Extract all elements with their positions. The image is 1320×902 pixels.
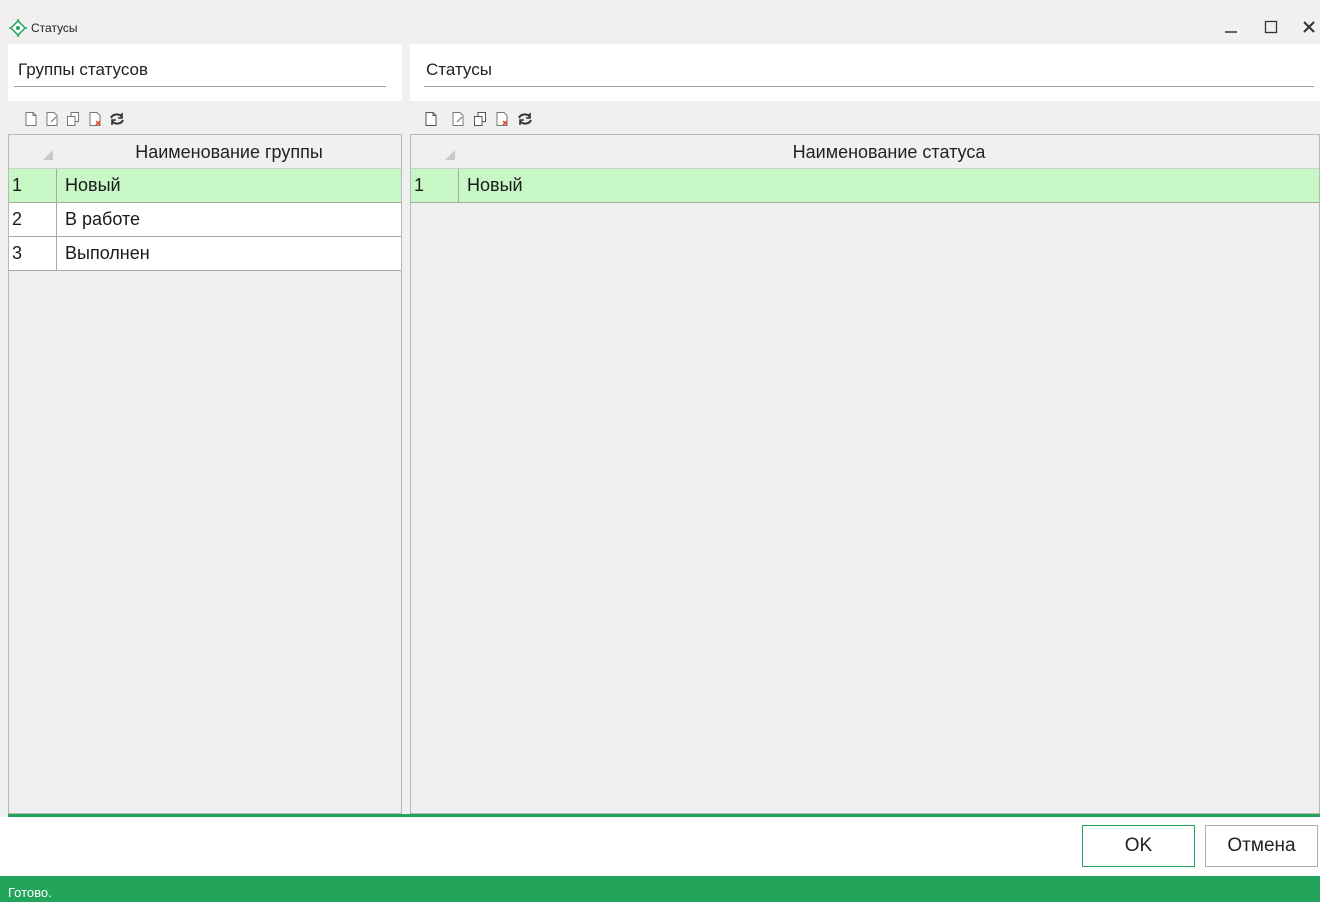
pane-header: Статусы	[410, 44, 1320, 101]
maximize-icon[interactable]	[1258, 14, 1284, 40]
table-row[interactable]: 3 Выполнен	[9, 237, 401, 271]
status-name-cell[interactable]: Новый	[459, 169, 1319, 202]
new-doc-icon[interactable]	[24, 111, 38, 127]
cancel-button[interactable]: Отмена	[1205, 825, 1318, 867]
edit-doc-icon[interactable]	[451, 111, 465, 127]
row-number: 1	[9, 169, 57, 202]
title-bar: Статусы	[0, 8, 1320, 44]
dialog-footer: OK Отмена	[0, 817, 1320, 876]
column-header-group-name[interactable]: Наименование группы	[57, 135, 401, 169]
edit-doc-icon[interactable]	[45, 111, 59, 127]
table-row[interactable]: 2 В работе	[9, 203, 401, 237]
status-groups-pane: Группы статусов Наименование группы 1 Но…	[8, 44, 402, 814]
group-name-cell[interactable]: В работе	[57, 203, 401, 236]
minimize-icon[interactable]	[1218, 14, 1244, 40]
select-all-corner[interactable]	[9, 135, 57, 169]
window-title: Статусы	[31, 21, 78, 35]
new-doc-icon[interactable]	[424, 111, 438, 127]
refresh-icon[interactable]	[517, 111, 532, 127]
select-all-corner[interactable]	[411, 135, 459, 169]
refresh-icon[interactable]	[109, 111, 124, 127]
ok-button[interactable]: OK	[1082, 825, 1195, 867]
statuses-toolbar	[410, 101, 1320, 134]
status-groups-grid: Наименование группы 1 Новый 2 В работе 3…	[8, 134, 402, 814]
statuses-title: Статусы	[426, 60, 492, 79]
status-groups-title: Группы статусов	[18, 60, 149, 79]
row-number: 3	[9, 237, 57, 270]
column-header-status-name[interactable]: Наименование статуса	[459, 135, 1319, 169]
status-text: Готово.	[8, 885, 52, 900]
row-number: 1	[411, 169, 459, 202]
divider	[14, 86, 386, 87]
delete-doc-icon[interactable]	[495, 111, 509, 127]
close-icon[interactable]	[1296, 14, 1320, 40]
status-crosshair-icon	[9, 19, 27, 37]
table-row[interactable]: 1 Новый	[411, 169, 1319, 203]
copy-doc-icon[interactable]	[473, 111, 487, 127]
copy-doc-icon[interactable]	[66, 111, 80, 127]
grid-header: Наименование группы	[9, 135, 401, 169]
status-bar: Готово.	[0, 876, 1320, 902]
grid-header: Наименование статуса	[411, 135, 1319, 169]
statuses-window: Статусы Группы статусов Наименование гру…	[0, 0, 1320, 902]
divider	[424, 86, 1314, 87]
pane-header: Группы статусов	[8, 44, 402, 101]
group-name-cell[interactable]: Новый	[57, 169, 401, 202]
delete-doc-icon[interactable]	[88, 111, 102, 127]
statuses-pane: Статусы Наименование статуса 1 Новый	[410, 44, 1320, 814]
group-name-cell[interactable]: Выполнен	[57, 237, 401, 270]
row-number: 2	[9, 203, 57, 236]
table-row[interactable]: 1 Новый	[9, 169, 401, 203]
statuses-grid: Наименование статуса 1 Новый	[410, 134, 1320, 814]
groups-toolbar	[8, 101, 402, 134]
